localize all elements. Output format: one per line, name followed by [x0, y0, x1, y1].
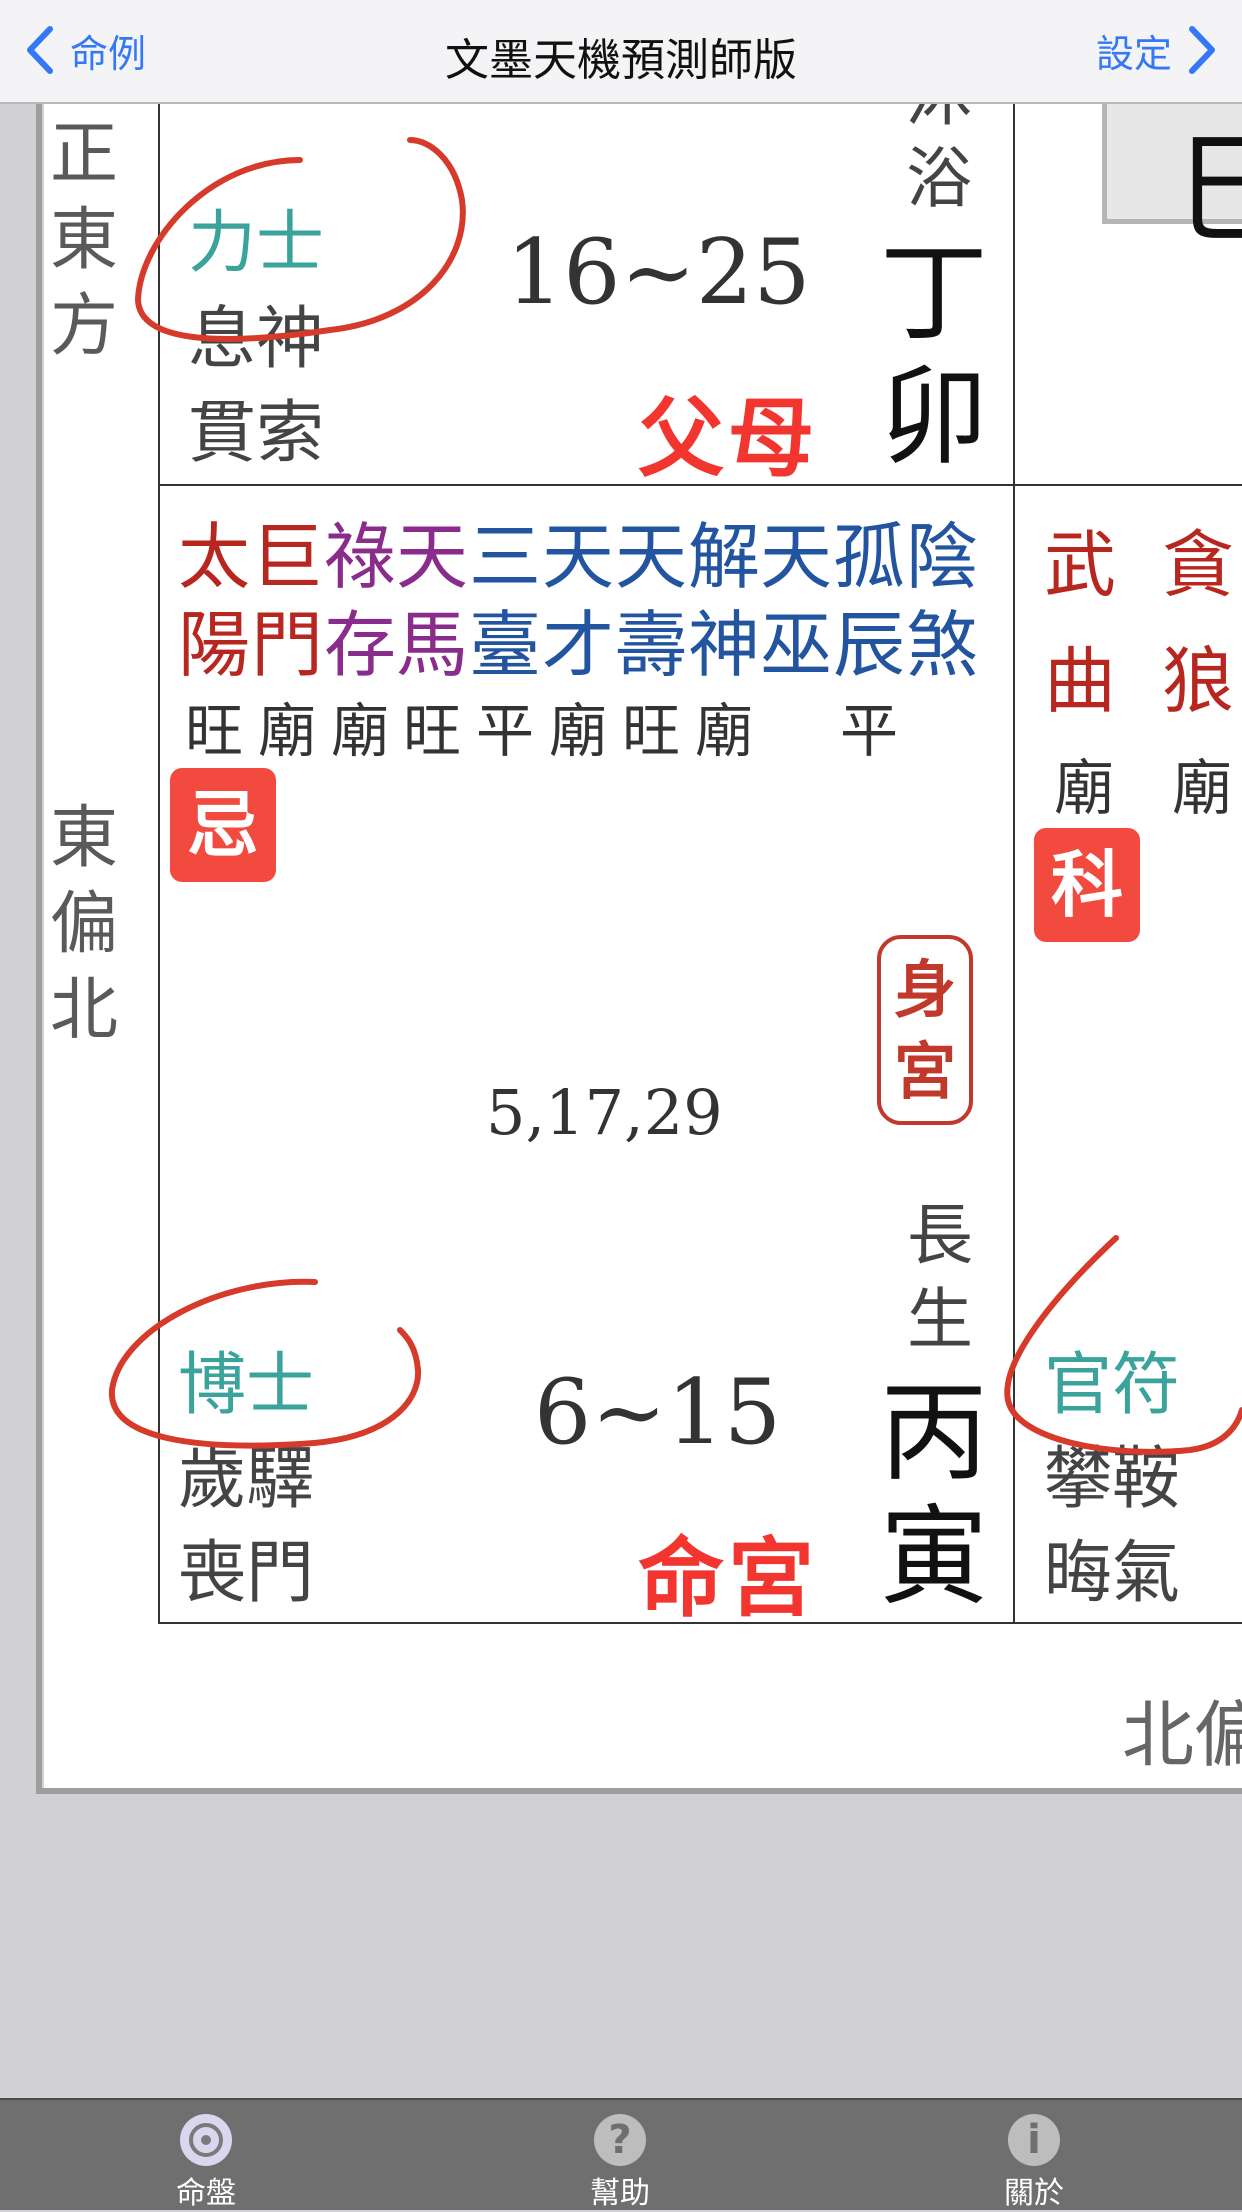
tab-about-label: 關於	[1004, 2176, 1064, 2211]
page-title: 文墨天機預測師版	[445, 35, 797, 86]
tab-about[interactable]: i 關於	[934, 2100, 1134, 2211]
handwritten-annotation-layer	[108, 137, 1242, 1455]
settings-button[interactable]: 設定	[1096, 20, 1220, 80]
chart-disc-icon	[180, 2114, 232, 2166]
help-icon: ?	[594, 2114, 646, 2166]
settings-label: 設定	[1095, 31, 1172, 76]
info-icon: i	[1008, 2114, 1060, 2166]
tab-chart-label: 命盤	[176, 2176, 236, 2211]
tab-chart[interactable]: 命盤	[106, 2100, 306, 2211]
tab-bar: 命盤 ? 幫助 i 關於	[0, 2098, 1242, 2211]
tab-help[interactable]: ? 幫助	[520, 2100, 720, 2211]
chevron-right-icon	[1189, 26, 1215, 74]
annotation-circle	[1004, 1235, 1242, 1455]
annotation-circle	[108, 1278, 422, 1449]
navigation-bar: 命例 文墨天機預測師版 設定	[0, 0, 1242, 104]
annotation-circle	[134, 137, 466, 342]
tab-help-label: 幫助	[590, 2176, 650, 2211]
